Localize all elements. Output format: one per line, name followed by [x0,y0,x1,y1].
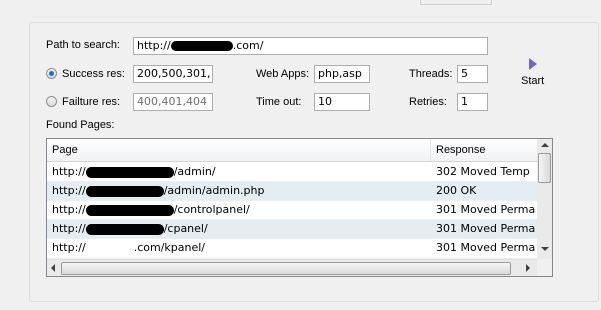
redacted-mask [85,223,164,235]
webapps-input[interactable]: php,asp [314,65,370,83]
table-row[interactable]: http:// /controlpanel/ 301 Moved Perma [47,201,537,220]
row-response: 301 Moved Perma [436,203,536,216]
url-prefix: http:// [52,241,86,254]
table-row[interactable]: http:// /admin/ 302 Moved Temp [47,163,537,182]
column-header-response[interactable]: Response [431,139,537,161]
scroll-corner [537,259,552,276]
redacted-mask [170,41,233,51]
url-prefix: http:// [52,222,86,235]
path-suffix: .com/ [232,39,264,52]
retries-label: Retries: [409,96,447,108]
webapps-label: Web Apps: [256,68,309,80]
url-prefix: http:// [52,184,86,197]
success-label: Success res: [62,68,125,80]
redacted-blank [86,243,134,254]
threads-label: Threads: [409,68,453,80]
row-page: http:// /controlpanel/ [52,201,250,219]
scroll-left-icon[interactable] [51,264,55,272]
success-input[interactable]: 200,500,301, [133,65,213,83]
scroll-down-icon[interactable] [541,247,549,251]
row-response: 200 OK [436,184,477,197]
scroll-up-icon[interactable] [541,143,549,147]
row-page: http:// /admin/admin.php [52,182,264,200]
redacted-mask [85,204,174,216]
horizontal-scroll-thumb[interactable] [61,262,511,275]
row-page: http:// /admin/ [52,163,216,181]
start-label: Start [521,75,545,87]
horizontal-scrollbar[interactable] [47,259,537,276]
url-suffix: /admin/ [173,165,216,178]
column-header-page[interactable]: Page [47,139,431,161]
play-triangle-icon [529,58,537,70]
url-suffix: /controlpanel/ [173,203,250,216]
row-page: http:// /cpanel/ [52,220,208,238]
timeout-input[interactable]: 10 [314,93,370,111]
vertical-scrollbar[interactable] [537,139,552,259]
path-input[interactable]: http:// .com/ [133,37,488,55]
row-response: 301 Moved Perma [436,241,536,254]
path-prefix: http:// [137,39,171,52]
url-suffix: /admin/admin.php [163,184,265,197]
path-label: Path to search: [46,39,120,51]
table-row[interactable]: http:// /cpanel/ 301 Moved Perma [47,220,537,239]
url-suffix: /cpanel/ [163,222,208,235]
vertical-scroll-thumb[interactable] [538,153,551,183]
retries-input[interactable]: 1 [457,93,488,111]
start-button[interactable]: Start [514,54,554,88]
redacted-mask [85,166,174,178]
list-header: Page Response [47,139,537,162]
row-page: http:// .com/kpanel/ [52,239,205,257]
table-row[interactable]: http:// /admin/admin.php 200 OK [47,182,537,201]
failure-label: Failture res: [62,96,121,108]
failure-radio[interactable] [46,96,57,107]
radio-selected-dot [49,71,54,76]
timeout-label: Time out: [256,96,302,108]
redacted-mask [85,185,164,197]
success-radio[interactable] [46,68,57,79]
found-pages-label: Found Pages: [46,119,115,131]
failure-input[interactable]: 400,401,404 [133,93,213,111]
url-suffix: .com/kpanel/ [133,241,205,254]
url-prefix: http:// [52,203,86,216]
found-pages-list[interactable]: Page Response http:// /admin/ 302 Moved T… [46,138,553,277]
row-response: 302 Moved Temp [436,165,530,178]
tab-edge [420,0,492,5]
table-row[interactable]: http:// .com/kpanel/ 301 Moved Perma [47,239,537,259]
url-prefix: http:// [52,165,86,178]
threads-input[interactable]: 5 [457,65,488,83]
row-response: 301 Moved Perma [436,222,536,235]
scroll-right-icon[interactable] [526,264,530,272]
